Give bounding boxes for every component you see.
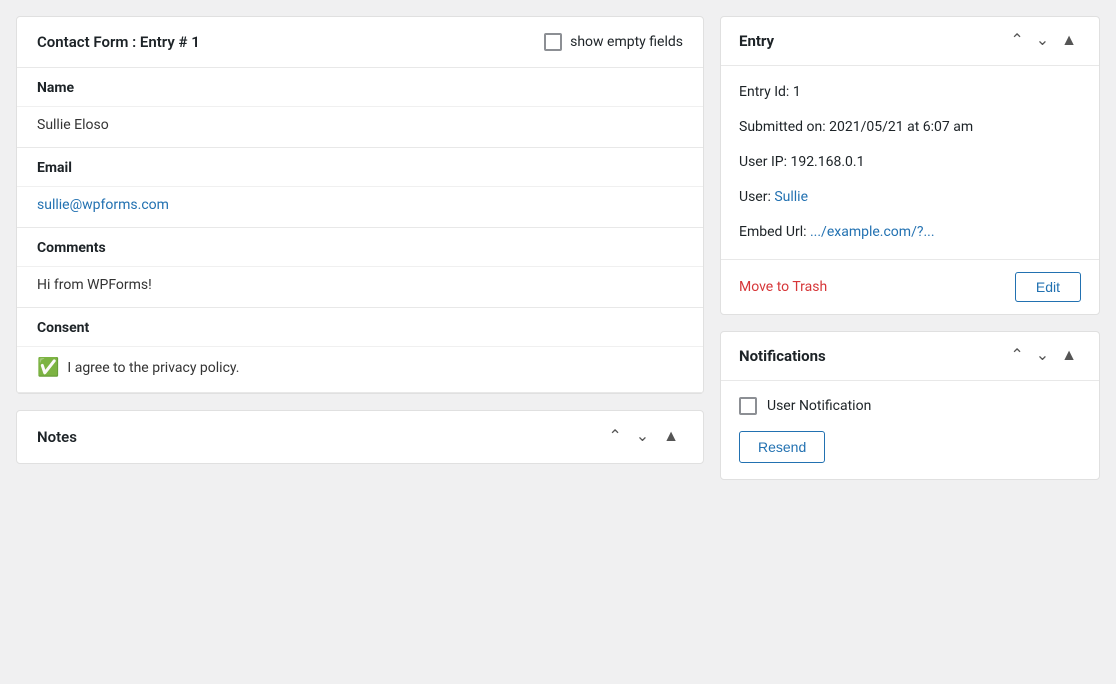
name-label: Name	[17, 68, 703, 106]
consent-label: Consent	[17, 308, 703, 346]
notifications-panel-body: User Notification Resend	[721, 381, 1099, 479]
embed-url-link[interactable]: .../example.com/?...	[810, 224, 935, 240]
entry-card: Contact Form : Entry # 1 show empty fiel…	[16, 16, 704, 394]
entry-panel-header: Entry ⌃ ⌄ ▲	[721, 17, 1099, 66]
user-ip-row: User IP: 192.168.0.1	[739, 152, 1081, 173]
notes-title: Notes	[37, 428, 77, 446]
entry-panel-up-button[interactable]: ⌃	[1006, 31, 1027, 51]
show-empty-fields-container[interactable]: show empty fields	[544, 33, 683, 51]
notifications-panel-header: Notifications ⌃ ⌄ ▲	[721, 332, 1099, 381]
user-ip-label: User IP:	[739, 154, 790, 170]
entry-id-value: 1	[793, 84, 801, 100]
entry-panel-title: Entry	[739, 32, 774, 50]
consent-text: I agree to the privacy policy.	[67, 360, 239, 376]
email-label: Email	[17, 148, 703, 186]
resend-button[interactable]: Resend	[739, 431, 825, 463]
submitted-on-row: Submitted on: 2021/05/21 at 6:07 am	[739, 117, 1081, 138]
notes-collapse-up-button[interactable]: ⌃	[604, 427, 625, 447]
notes-expand-button[interactable]: ▲	[659, 427, 683, 447]
notes-header: Notes ⌃ ⌄ ▲	[17, 411, 703, 463]
edit-button[interactable]: Edit	[1015, 272, 1081, 302]
submitted-on-label: Submitted on:	[739, 119, 829, 135]
user-label: User:	[739, 189, 774, 205]
notifications-panel: Notifications ⌃ ⌄ ▲ User Notification Re…	[720, 331, 1100, 480]
entry-id-row: Entry Id: 1	[739, 82, 1081, 103]
entry-panel-expand-button[interactable]: ▲	[1057, 31, 1081, 51]
user-ip-value: 192.168.0.1	[790, 154, 864, 170]
notes-controls: ⌃ ⌄ ▲	[604, 427, 683, 447]
entry-panel-body: Entry Id: 1 Submitted on: 2021/05/21 at …	[721, 66, 1099, 259]
user-notification-checkbox[interactable]	[739, 397, 757, 415]
entry-panel: Entry ⌃ ⌄ ▲ Entry Id: 1 Submitted on: 20…	[720, 16, 1100, 315]
user-notification-label: User Notification	[767, 398, 871, 414]
comments-field-group: Comments Hi from WPForms!	[17, 228, 703, 308]
email-value[interactable]: sullie@wpforms.com	[17, 186, 703, 227]
entry-actions: Move to Trash Edit	[721, 259, 1099, 314]
notifications-up-button[interactable]: ⌃	[1006, 346, 1027, 366]
entry-card-header: Contact Form : Entry # 1 show empty fiel…	[17, 17, 703, 68]
show-empty-checkbox[interactable]	[544, 33, 562, 51]
notifications-down-button[interactable]: ⌄	[1032, 346, 1053, 366]
show-empty-label: show empty fields	[570, 34, 683, 50]
notes-card: Notes ⌃ ⌄ ▲	[16, 410, 704, 464]
right-column: Entry ⌃ ⌄ ▲ Entry Id: 1 Submitted on: 20…	[720, 16, 1100, 668]
email-field-group: Email sullie@wpforms.com	[17, 148, 703, 228]
notifications-panel-controls: ⌃ ⌄ ▲	[1006, 346, 1081, 366]
notifications-expand-button[interactable]: ▲	[1057, 346, 1081, 366]
notifications-panel-title: Notifications	[739, 347, 826, 365]
entry-id-label: Entry Id:	[739, 84, 793, 100]
email-link[interactable]: sullie@wpforms.com	[37, 197, 169, 213]
comments-label: Comments	[17, 228, 703, 266]
submitted-on-value: 2021/05/21 at 6:07 am	[829, 119, 973, 135]
name-value: Sullie Eloso	[17, 106, 703, 147]
embed-url-row: Embed Url: .../example.com/?...	[739, 222, 1081, 243]
consent-value: ✅ I agree to the privacy policy.	[17, 346, 703, 392]
user-notification-row: User Notification	[739, 397, 1081, 415]
user-row: User: Sullie	[739, 187, 1081, 208]
entry-panel-down-button[interactable]: ⌄	[1032, 31, 1053, 51]
notes-collapse-down-button[interactable]: ⌄	[632, 427, 653, 447]
name-field-group: Name Sullie Eloso	[17, 68, 703, 148]
checkmark-icon: ✅	[37, 357, 59, 378]
consent-field-group: Consent ✅ I agree to the privacy policy.	[17, 308, 703, 393]
embed-url-label: Embed Url:	[739, 224, 810, 240]
move-to-trash-link[interactable]: Move to Trash	[739, 279, 827, 295]
left-column: Contact Form : Entry # 1 show empty fiel…	[16, 16, 704, 668]
entry-panel-controls: ⌃ ⌄ ▲	[1006, 31, 1081, 51]
entry-card-title: Contact Form : Entry # 1	[37, 33, 200, 51]
comments-value: Hi from WPForms!	[17, 266, 703, 307]
user-link[interactable]: Sullie	[774, 189, 808, 205]
